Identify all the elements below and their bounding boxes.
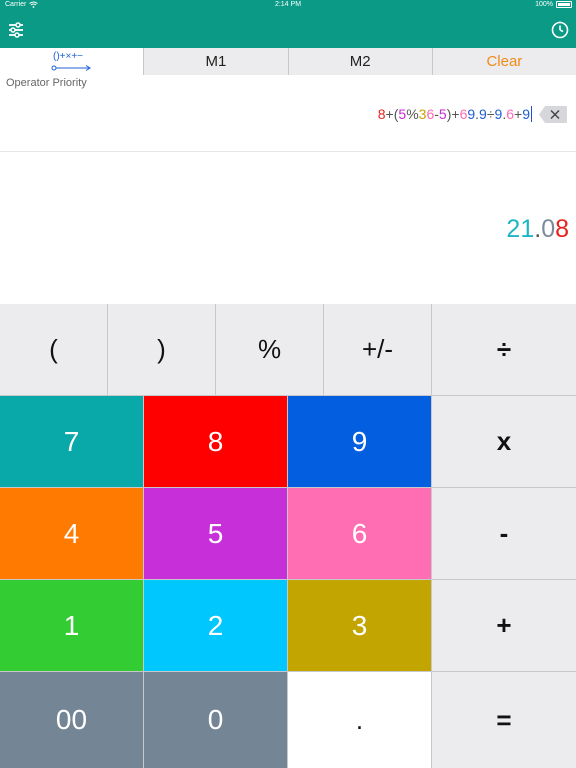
keypad: ( ) % +/- ÷ 7 8 9 x 4 5 6 - 1 2 3 + 00 0…	[0, 304, 576, 768]
result-char: 0	[541, 215, 556, 243]
digit-5-key[interactable]: 5	[144, 488, 288, 580]
expression-char: 6	[506, 106, 515, 122]
expression-char: 8	[377, 106, 386, 122]
status-right: 100%	[535, 1, 572, 8]
decimal-key[interactable]: .	[288, 672, 432, 768]
expression-display[interactable]: 8+(5%36-5)+69.9÷9.6+9	[378, 106, 530, 122]
svg-text:()+×+−: ()+×+−	[53, 51, 83, 62]
expression-char: 9	[479, 106, 487, 122]
tab-m2[interactable]: M2	[287, 48, 432, 75]
backspace-icon[interactable]	[538, 105, 568, 124]
nav-bar	[0, 12, 576, 48]
expression-char: 9	[522, 106, 530, 122]
divide-key[interactable]: ÷	[432, 304, 576, 396]
digit-2-key[interactable]: 2	[144, 580, 288, 672]
digit-3-key[interactable]: 3	[288, 580, 432, 672]
multiply-key[interactable]: x	[432, 396, 576, 488]
expression-row: 8+(5%36-5)+69.9÷9.6+9	[378, 103, 568, 125]
expression-char: +	[451, 106, 460, 122]
expression-char: +	[385, 106, 394, 122]
divider	[0, 151, 576, 152]
battery-percent: 100%	[535, 1, 553, 8]
status-time: 2:14 PM	[274, 1, 302, 8]
percent-key[interactable]: %	[216, 304, 324, 396]
battery-icon	[556, 1, 572, 8]
result-char: 2	[506, 215, 521, 243]
result-char: 8	[555, 215, 569, 243]
digit-8-key[interactable]: 8	[144, 396, 288, 488]
expression-char: 5	[438, 106, 447, 122]
result-display: 21.08	[506, 215, 569, 244]
clock-icon[interactable]	[550, 20, 570, 40]
sliders-icon[interactable]	[6, 20, 26, 40]
expression-char: %	[406, 106, 419, 122]
digit-9-key[interactable]: 9	[288, 396, 432, 488]
equals-key[interactable]: =	[432, 672, 576, 768]
tab-bar: ()+×+− M1 M2 Clear	[0, 48, 576, 75]
digit-7-key[interactable]: 7	[0, 396, 144, 488]
tab-operator-priority[interactable]: ()+×+−	[0, 48, 144, 75]
expression-char: +	[514, 106, 523, 122]
expression-char: 9	[467, 106, 476, 122]
status-bar: Carrier 2:14 PM 100%	[0, 0, 576, 12]
subtract-key[interactable]: -	[432, 488, 576, 580]
digit-1-key[interactable]: 1	[0, 580, 144, 672]
mode-label: Operator Priority	[6, 77, 87, 89]
tab-m1[interactable]: M1	[143, 48, 288, 75]
result-char: 1	[520, 215, 535, 243]
digit-6-key[interactable]: 6	[288, 488, 432, 580]
double-zero-key[interactable]: 00	[0, 672, 144, 768]
digit-0-key[interactable]: 0	[144, 672, 288, 768]
clear-button[interactable]: Clear	[431, 48, 576, 75]
operator-priority-icon: ()+×+−	[51, 51, 91, 71]
add-key[interactable]: +	[432, 580, 576, 672]
plus-minus-key[interactable]: +/-	[324, 304, 432, 396]
text-cursor	[531, 106, 532, 122]
expression-char: ÷	[486, 106, 495, 122]
digit-4-key[interactable]: 4	[0, 488, 144, 580]
open-paren-key[interactable]: (	[0, 304, 108, 396]
calculator-app: Carrier 2:14 PM 100% ()+×+− M1 M2 Clear …	[0, 0, 576, 768]
close-paren-key[interactable]: )	[108, 304, 216, 396]
